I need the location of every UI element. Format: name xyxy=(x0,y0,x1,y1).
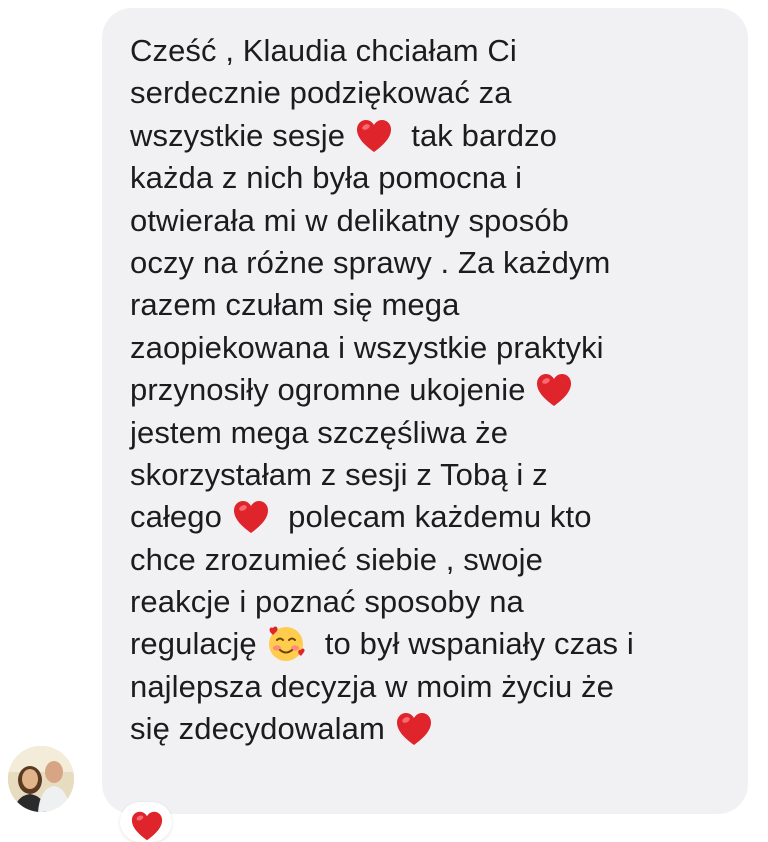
message-line: Cześć , Klaudia chciałam Ci xyxy=(130,30,728,72)
message-text-segment: najlepsza decyzja w moim życiu że xyxy=(130,668,614,704)
message-line: razem czułam się mega xyxy=(130,284,728,326)
message-line: zaopiekowana i wszystkie praktyki xyxy=(130,327,728,369)
red-heart-icon xyxy=(535,372,573,408)
smiling-face-hearts-icon xyxy=(267,625,305,663)
heart-reaction-icon xyxy=(130,810,164,842)
message-thread: Cześć , Klaudia chciałam Ci serdecznie po… xyxy=(0,0,768,842)
message-text-segment: polecam każdemu kto xyxy=(270,499,592,535)
message-text-segment: otwierała mi w delikatny sposób xyxy=(130,202,570,238)
message-text-segment: oczy na różne sprawy . Za każdym xyxy=(130,244,611,280)
message-text-segment: jestem mega szczęśliwa że xyxy=(130,414,509,450)
message-text-segment: chce zrozumieć siebie , swoje xyxy=(130,541,543,577)
message-line: wszystkie sesje tak bardzo xyxy=(130,115,728,157)
message-line: chce zrozumieć siebie , swoje xyxy=(130,539,728,581)
message-text-segment: regulację xyxy=(130,626,266,662)
red-heart-icon xyxy=(395,711,433,747)
message-line: jestem mega szczęśliwa że xyxy=(130,412,728,454)
reaction-badge[interactable] xyxy=(120,802,172,842)
message-line: reakcje i poznać sposoby na xyxy=(130,581,728,623)
message-line: każda z nich była pomocna i xyxy=(130,157,728,199)
message-line: regulację to był wspaniały czas i xyxy=(130,623,728,665)
message-text: Cześć , Klaudia chciałam Ci serdecznie po… xyxy=(130,30,728,751)
red-heart-icon xyxy=(355,118,393,154)
message-line: się zdecydowalam xyxy=(130,708,728,750)
red-heart-icon xyxy=(232,499,270,535)
message-text-segment: skorzystałam z sesji z Tobą i z xyxy=(130,456,548,492)
message-line: otwierała mi w delikatny sposób xyxy=(130,200,728,242)
message-text-segment: serdecznie podziękować za xyxy=(130,75,512,111)
message-line: oczy na różne sprawy . Za każdym xyxy=(130,242,728,284)
user-avatar-icon xyxy=(8,746,74,812)
message-text-segment: to był wspaniały czas i xyxy=(307,626,634,662)
message-text-segment: całego xyxy=(130,499,231,535)
message-text-segment: się zdecydowalam xyxy=(130,711,394,747)
message-text-segment: wszystkie sesje xyxy=(130,117,354,153)
message-text-segment: reakcje i poznać sposoby na xyxy=(130,584,524,620)
message-line: najlepsza decyzja w moim życiu że xyxy=(130,666,728,708)
message-text-segment: przynosiły ogromne ukojenie xyxy=(130,372,535,408)
message-text-segment: tak bardzo xyxy=(393,117,558,153)
message-line: całego polecam każdemu kto xyxy=(130,496,728,538)
message-line: przynosiły ogromne ukojenie xyxy=(130,369,728,411)
sender-avatar[interactable] xyxy=(8,746,74,812)
message-text-segment: razem czułam się mega xyxy=(130,287,460,323)
message-text-segment: Cześć , Klaudia chciałam Ci xyxy=(130,33,517,68)
message-text-segment: zaopiekowana i wszystkie praktyki xyxy=(130,329,604,365)
message-text-segment: każda z nich była pomocna i xyxy=(130,160,523,196)
message-bubble[interactable]: Cześć , Klaudia chciałam Ci serdecznie po… xyxy=(102,8,748,814)
message-line: serdecznie podziękować za xyxy=(130,72,728,114)
message-line: skorzystałam z sesji z Tobą i z xyxy=(130,454,728,496)
